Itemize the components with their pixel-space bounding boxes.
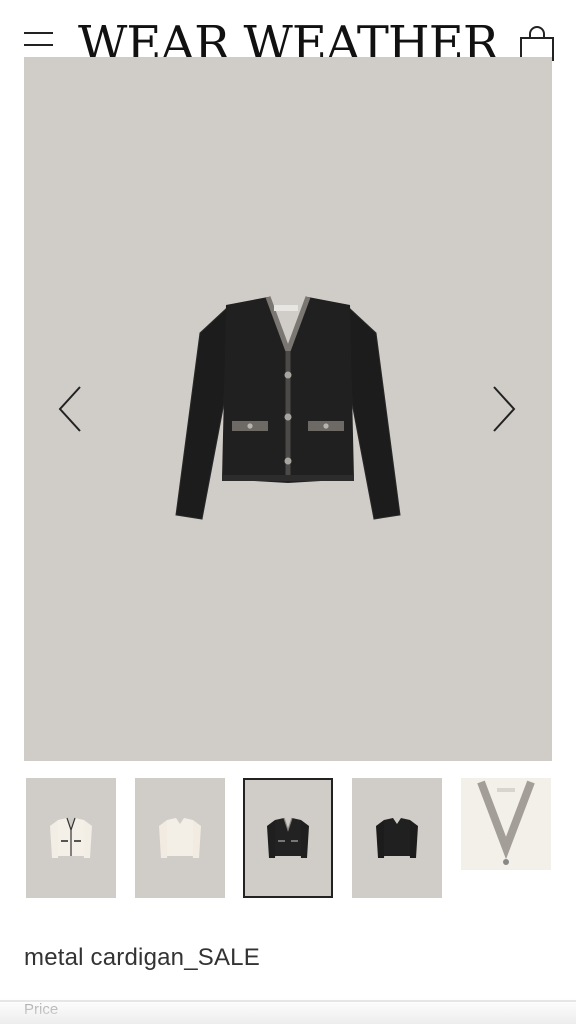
- black-cardigan-thumb: [376, 818, 418, 858]
- ivory-cardigan-thumb: [50, 817, 92, 858]
- beige-cardigan-thumb: [159, 818, 201, 858]
- previous-image-button[interactable]: [50, 379, 90, 439]
- thumbnail-strip: [0, 778, 576, 902]
- thumbnail-1[interactable]: [26, 778, 116, 898]
- thumbnail-5[interactable]: [461, 778, 551, 898]
- thumbnail-2[interactable]: [135, 778, 225, 898]
- divider: [0, 1000, 576, 1002]
- product-name: metal cardigan_SALE: [24, 944, 260, 971]
- black-cardigan-thumb: [267, 817, 309, 858]
- product-image-main[interactable]: [24, 57, 552, 761]
- chevron-right-icon: [493, 386, 516, 432]
- thumbnail-3[interactable]: [243, 778, 333, 898]
- thumbnail-4[interactable]: [352, 778, 442, 898]
- next-image-button[interactable]: [484, 379, 524, 439]
- price-label: Price: [24, 1001, 59, 1018]
- chevron-left-icon: [58, 386, 81, 432]
- black-cardigan-image: [175, 296, 401, 520]
- ivory-cardigan-closeup-thumb: [461, 778, 551, 898]
